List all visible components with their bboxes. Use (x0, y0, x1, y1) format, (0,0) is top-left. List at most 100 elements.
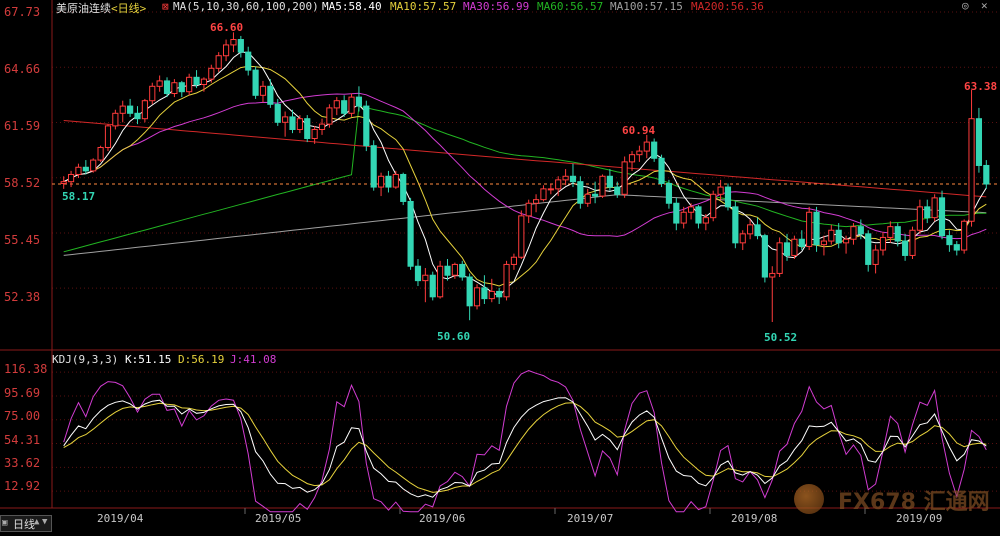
kdj-ytick: 116.38 (4, 362, 48, 376)
candle-body (614, 186, 621, 195)
candle-body (902, 240, 909, 256)
kdj-d-value: D:56.19 (178, 353, 225, 366)
candle-body (577, 181, 584, 204)
candle-body (547, 188, 554, 191)
annotation-low-50-60: 50.60 (437, 330, 471, 343)
candle-body (769, 272, 776, 278)
candle-body (909, 229, 916, 256)
instrument-name: 美原油连续 (56, 2, 111, 15)
candle-body (82, 166, 89, 172)
candle-body (274, 103, 281, 123)
candle-body (643, 141, 650, 152)
candle-body (791, 238, 798, 256)
candle-body (953, 244, 960, 251)
candle-body (112, 112, 119, 127)
candle-body (318, 123, 326, 130)
candle-body (599, 175, 606, 197)
candle-body (562, 175, 569, 181)
candle-body (961, 220, 968, 251)
candle-body (510, 256, 518, 265)
price-ytick: 67.73 (4, 5, 41, 19)
period-button-label: 日线 (13, 518, 35, 531)
candle-body (687, 206, 695, 213)
price-ytick: 61.59 (4, 119, 41, 133)
candle-body (842, 238, 850, 244)
candle-body (975, 118, 983, 166)
candle-body (946, 235, 953, 246)
ma30-value: MA30:56.99 (463, 0, 530, 13)
candle-body (429, 274, 436, 298)
candle-body (149, 85, 156, 102)
candle-body (518, 215, 525, 258)
kdj-k-line (63, 397, 987, 498)
candle-body (407, 200, 414, 267)
candle-body (673, 202, 680, 224)
candle-body (584, 193, 591, 204)
candle-body (437, 265, 444, 298)
ma60-value: MA60:56.57 (537, 0, 604, 13)
price-ytick: 64.66 (4, 62, 41, 76)
candle-body (119, 105, 126, 114)
candle-body (326, 107, 333, 125)
candle-body (865, 233, 872, 265)
candle-body (348, 96, 355, 114)
candle-body (658, 157, 665, 184)
candle-body (200, 78, 208, 86)
ma10-value: MA10:57.57 (390, 0, 457, 13)
close-panel-icon[interactable]: ✕ (981, 0, 988, 12)
kdj-d-line (63, 402, 987, 493)
candle-body (496, 290, 503, 298)
zoom-icon[interactable]: ◎ (962, 0, 969, 12)
period-label: <日线> (111, 2, 147, 15)
price-ytick: 55.45 (4, 233, 41, 247)
candle-body (592, 193, 599, 197)
candle-body (488, 290, 495, 300)
ma30-line (63, 92, 987, 240)
ma5-line (63, 51, 987, 297)
candle-body (665, 182, 673, 204)
kdj-params: KDJ(9,3,3) (52, 353, 119, 366)
candle-body (503, 263, 510, 298)
candle-body (931, 197, 938, 219)
candle-body (938, 197, 946, 237)
chart-stage (0, 0, 1000, 532)
candle-body (894, 226, 901, 242)
candle-body (872, 249, 879, 265)
ma200-value: MA200:56.36 (691, 0, 764, 13)
x-tick: 2019/08 (731, 512, 778, 525)
candle-body (710, 193, 717, 219)
candle-body (97, 146, 104, 161)
arrow-down-icon[interactable]: ▼ (42, 517, 47, 527)
candle-body (422, 274, 429, 282)
candle-body (857, 226, 864, 235)
candle-body (732, 206, 739, 244)
candle-body (783, 242, 791, 256)
candle-body (267, 85, 274, 105)
candle-body (208, 67, 215, 80)
candle-body (296, 118, 303, 130)
candle-body (67, 173, 75, 183)
price-and-kdj-svg (0, 0, 1000, 514)
candle-body (754, 224, 761, 237)
candle-body (776, 242, 783, 274)
x-tick: 2019/06 (419, 512, 466, 525)
kdj-k-value: K:51.15 (125, 353, 172, 366)
kdj-ytick: 33.62 (4, 456, 41, 470)
watermark-logo (794, 484, 824, 514)
arrow-up-icon[interactable]: ▲ (34, 517, 39, 527)
candle-body (695, 206, 702, 224)
candle-body (569, 175, 577, 183)
ma-settings-icon[interactable]: ⊠ (162, 0, 169, 13)
candle-body (90, 159, 97, 172)
candle-body (916, 206, 923, 231)
candle-body (473, 287, 481, 307)
candle-body (717, 186, 724, 195)
candle-body (289, 116, 296, 130)
candle-body (252, 69, 259, 96)
candle-body (171, 82, 178, 95)
candle-body (230, 39, 237, 46)
candle-body (466, 276, 473, 307)
candle-body (178, 82, 185, 93)
candle-body (141, 100, 148, 120)
candle-body (747, 224, 754, 235)
